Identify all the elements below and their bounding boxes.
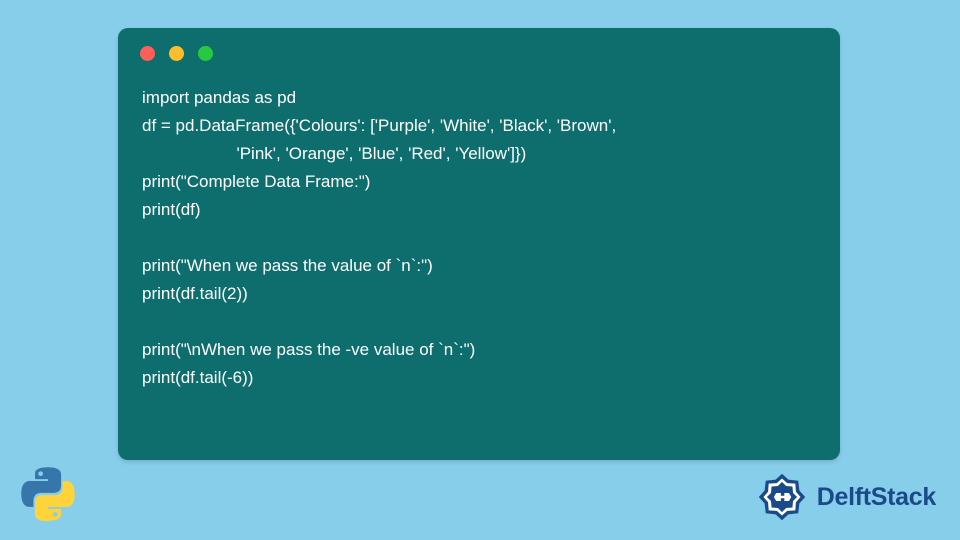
brand-name: DelftStack <box>817 483 936 512</box>
page-canvas: import pandas as pd df = pd.DataFrame({'… <box>0 0 960 540</box>
maximize-icon <box>198 46 213 61</box>
window-controls <box>140 46 213 61</box>
close-icon <box>140 46 155 61</box>
minimize-icon <box>169 46 184 61</box>
code-card: import pandas as pd df = pd.DataFrame({'… <box>118 28 840 460</box>
brand-logo: DelftStack <box>753 468 936 526</box>
python-logo-icon <box>20 466 76 522</box>
delftstack-gear-icon <box>753 468 811 526</box>
code-block: import pandas as pd df = pd.DataFrame({'… <box>142 84 816 440</box>
